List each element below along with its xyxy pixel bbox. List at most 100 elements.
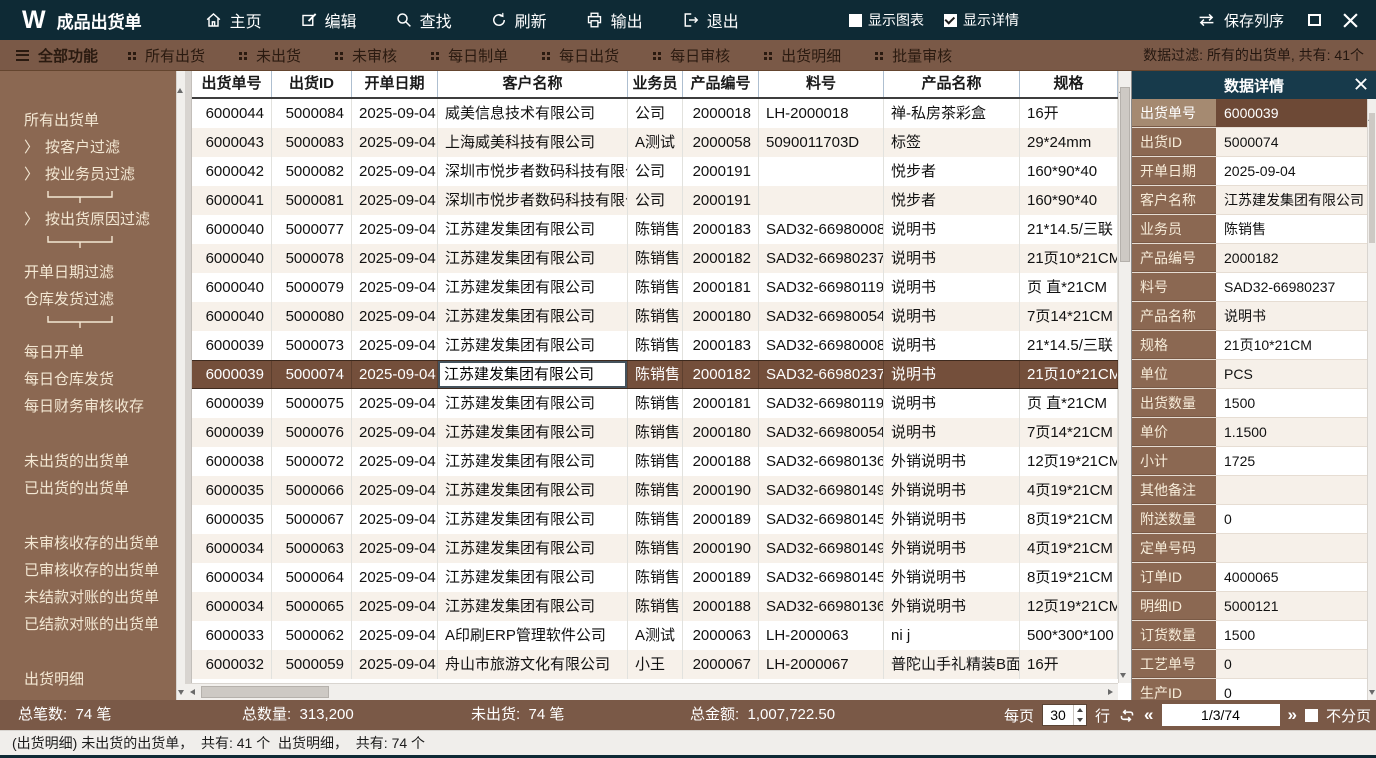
detail-field-value[interactable]: 说明书 — [1216, 302, 1367, 330]
table-cell[interactable]: 5000081 — [272, 186, 352, 215]
table-cell[interactable]: SAD32-66980237 — [759, 361, 884, 388]
table-cell[interactable]: 6000044 — [192, 99, 272, 128]
table-cell[interactable]: 5000080 — [272, 302, 352, 331]
table-cell[interactable]: 2025-09-04 — [352, 157, 438, 186]
table-cell[interactable]: 页 直*21CM — [1020, 273, 1118, 302]
sidebar-item[interactable]: 〉按业务员过滤 — [0, 161, 185, 188]
column-header[interactable]: 产品名称 — [884, 71, 1020, 97]
table-cell[interactable]: 2025-09-04 — [352, 534, 438, 563]
menu-item-refresh[interactable]: 刷新 — [490, 8, 547, 32]
detail-field-value[interactable]: 4000065 — [1216, 563, 1367, 591]
table-horizontal-scrollbar[interactable] — [185, 683, 1118, 700]
table-row[interactable]: 600004450000842025-09-04威美信息技术有限公司公司2000… — [192, 99, 1118, 128]
table-cell[interactable]: 外销说明书 — [884, 505, 1020, 534]
table-cell[interactable]: 陈销售 — [628, 476, 683, 505]
table-cell[interactable]: 2025-09-04 — [352, 273, 438, 302]
detail-field-value[interactable]: 21页10*21CM — [1216, 331, 1367, 359]
sidebar-item[interactable]: 每日开单 — [0, 339, 185, 366]
table-cell[interactable]: 6000043 — [192, 128, 272, 157]
table-cell[interactable]: 29*24mm — [1020, 128, 1118, 157]
detail-field-value[interactable]: 5000074 — [1216, 128, 1367, 156]
table-cell[interactable]: 2000189 — [683, 563, 759, 592]
menu-item-edit[interactable]: 编辑 — [300, 8, 357, 32]
table-cell[interactable]: 陈销售 — [628, 331, 683, 360]
per-page-stepper[interactable]: 30 — [1042, 704, 1087, 726]
table-cell[interactable]: 5000062 — [272, 621, 352, 650]
table-cell[interactable]: SAD32-66980008 — [759, 331, 884, 360]
table-cell[interactable]: 5000078 — [272, 244, 352, 273]
table-cell[interactable]: 12页19*21CM — [1020, 592, 1118, 621]
table-cell[interactable]: 说明书 — [884, 273, 1020, 302]
table-cell[interactable]: 5000084 — [272, 99, 352, 128]
tab-8[interactable]: 批量审核 — [875, 45, 952, 66]
no-paging-checkbox[interactable] — [1305, 709, 1318, 722]
table-cell[interactable]: 6000042 — [192, 157, 272, 186]
table-cell[interactable]: 2000180 — [683, 418, 759, 447]
table-cell[interactable]: LH-2000018 — [759, 99, 884, 128]
table-cell[interactable]: 2000189 — [683, 505, 759, 534]
table-cell[interactable]: 2025-09-04 — [352, 563, 438, 592]
show-detail-checkbox[interactable]: 显示详情 — [944, 10, 1019, 30]
table-cell[interactable]: 说明书 — [884, 389, 1020, 418]
detail-field-value[interactable]: 1500 — [1216, 621, 1367, 649]
table-cell[interactable]: 7页14*21CM — [1020, 418, 1118, 447]
table-cell[interactable]: 说明书 — [884, 302, 1020, 331]
table-cell[interactable]: 陈销售 — [628, 447, 683, 476]
menu-item-output[interactable]: 输出 — [585, 8, 643, 32]
table-cell[interactable]: 标签 — [884, 128, 1020, 157]
sidebar-item[interactable]: 所有出货单 — [0, 107, 185, 134]
table-cell[interactable]: 2025-09-04 — [352, 476, 438, 505]
table-cell[interactable]: 2000188 — [683, 592, 759, 621]
table-cell[interactable]: 江苏建发集团有限公司 — [438, 534, 628, 563]
table-cell[interactable]: 2025-09-04 — [352, 361, 438, 388]
table-cell[interactable] — [759, 157, 884, 186]
column-header[interactable]: 开单日期 — [352, 71, 438, 97]
inline-cell-editor[interactable]: 江苏建发集团有限公司 — [438, 361, 627, 388]
table-cell[interactable]: 2025-09-04 — [352, 447, 438, 476]
detail-field-value[interactable]: 0 — [1216, 679, 1367, 700]
close-button[interactable] — [1343, 13, 1358, 28]
table-cell[interactable]: SAD32-66980145 — [759, 505, 884, 534]
table-cell[interactable]: 深圳市悦步者数码科技有限公司 — [438, 157, 628, 186]
column-header[interactable]: 出货ID — [272, 71, 352, 97]
sidebar-item[interactable]: 〉按客户过滤 — [0, 134, 185, 161]
table-cell[interactable]: 2000058 — [683, 128, 759, 157]
menu-item-exit[interactable]: 退出 — [681, 8, 739, 32]
detail-field-value[interactable]: 0 — [1216, 650, 1367, 678]
table-cell[interactable]: 6000040 — [192, 215, 272, 244]
table-cell[interactable]: 5090011703D — [759, 128, 884, 157]
detail-field-value[interactable]: 0 — [1216, 505, 1367, 533]
table-cell[interactable]: 陈销售 — [628, 302, 683, 331]
table-cell[interactable]: 12页19*21CM — [1020, 447, 1118, 476]
stepper-down-button[interactable] — [1074, 715, 1086, 725]
table-cell[interactable]: 21*14.5/三联 — [1020, 215, 1118, 244]
table-row[interactable]: 600003450000632025-09-04江苏建发集团有限公司陈销售200… — [192, 534, 1118, 563]
table-cell[interactable]: 外销说明书 — [884, 592, 1020, 621]
table-cell[interactable]: 2000190 — [683, 534, 759, 563]
table-cell[interactable]: 4页19*21CM — [1020, 476, 1118, 505]
table-cell[interactable]: 6000040 — [192, 302, 272, 331]
detail-field-value[interactable]: 1725 — [1216, 447, 1367, 475]
per-page-value[interactable]: 30 — [1043, 705, 1073, 725]
table-cell[interactable]: 6000034 — [192, 592, 272, 621]
table-cell[interactable]: 外销说明书 — [884, 447, 1020, 476]
table-cell[interactable]: 5000072 — [272, 447, 352, 476]
table-cell[interactable]: 8页19*21CM — [1020, 563, 1118, 592]
next-page-button[interactable]: » — [1288, 704, 1297, 726]
table-cell[interactable]: 江苏建发集团有限公司 — [438, 361, 628, 388]
table-cell[interactable]: 7页14*21CM — [1020, 302, 1118, 331]
table-cell[interactable]: 6000035 — [192, 476, 272, 505]
table-cell[interactable]: 21页10*21CM — [1020, 244, 1118, 273]
table-row[interactable]: 600003550000662025-09-04江苏建发集团有限公司陈销售200… — [192, 476, 1118, 505]
column-header[interactable]: 料号 — [759, 71, 884, 97]
table-cell[interactable]: 2025-09-04 — [352, 186, 438, 215]
table-cell[interactable]: SAD32-66980149 — [759, 476, 884, 505]
table-cell[interactable]: 5000074 — [272, 361, 352, 388]
column-header[interactable]: 业务员 — [628, 71, 683, 97]
detail-field-value[interactable]: 陈销售 — [1216, 215, 1367, 243]
table-cell[interactable]: 5000073 — [272, 331, 352, 360]
column-header[interactable]: 出货单号 — [192, 71, 272, 97]
table-cell[interactable]: 悦步者 — [884, 186, 1020, 215]
table-cell[interactable]: 2000181 — [683, 389, 759, 418]
table-cell[interactable]: 2000191 — [683, 157, 759, 186]
